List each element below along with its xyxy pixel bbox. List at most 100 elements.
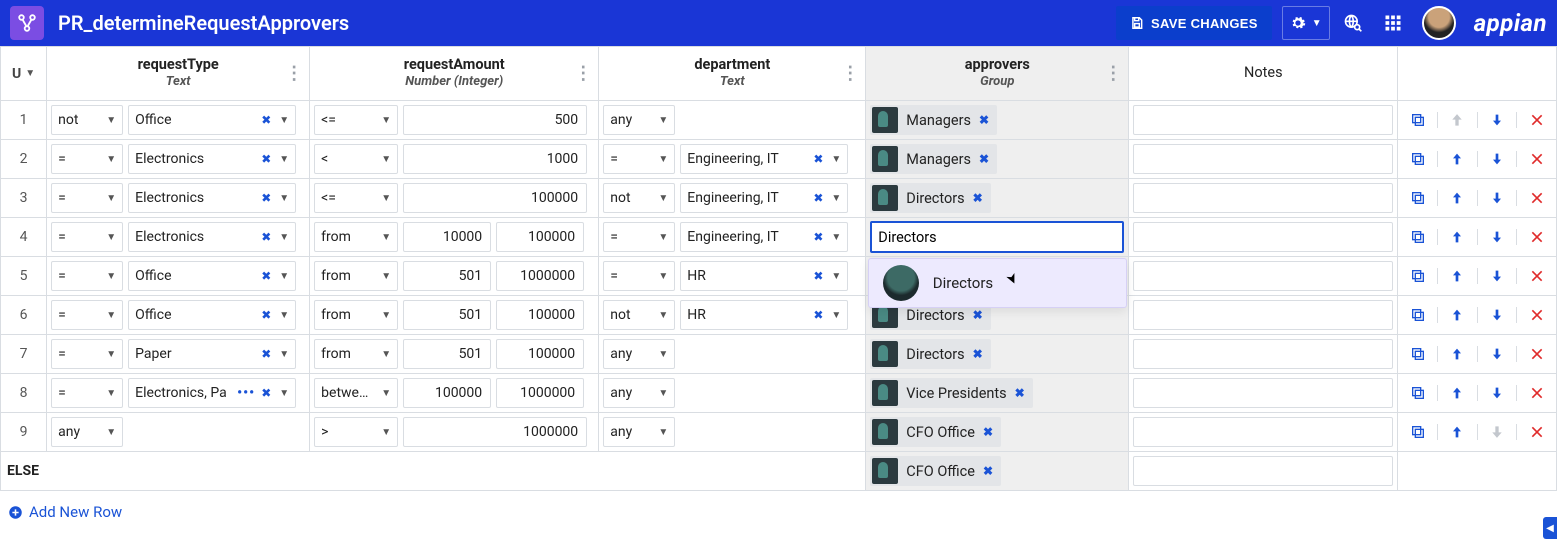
operator-select[interactable]: < ▼ (314, 144, 398, 174)
number-input[interactable]: 1000000 (403, 417, 587, 447)
clear-icon[interactable]: ✖ (261, 152, 271, 166)
move-down-button[interactable] (1477, 385, 1517, 401)
number-input[interactable]: 100000 (496, 339, 584, 369)
operator-select[interactable]: > ▼ (314, 417, 398, 447)
value-chip-select[interactable]: Paper ✖ ▼ (128, 339, 296, 369)
operator-select[interactable]: = ▼ (51, 144, 123, 174)
settings-button[interactable]: ▼ (1282, 6, 1330, 40)
move-up-button[interactable] (1437, 385, 1477, 401)
operator-select[interactable]: <= ▼ (314, 183, 398, 213)
move-up-button[interactable] (1437, 268, 1477, 284)
operator-select[interactable]: any ▼ (603, 339, 675, 369)
value-chip-select[interactable]: Electronics ✖ ▼ (128, 222, 296, 252)
value-chip-select[interactable]: Office ✖ ▼ (128, 261, 296, 291)
duplicate-row-button[interactable] (1398, 307, 1437, 323)
delete-row-button[interactable] (1516, 346, 1556, 362)
operator-select[interactable]: from ▼ (314, 261, 398, 291)
number-input[interactable]: 500 (403, 105, 587, 135)
clear-icon[interactable]: ✖ (261, 113, 271, 127)
clear-icon[interactable]: ✖ (261, 386, 271, 400)
remove-approver-icon[interactable]: ✖ (983, 464, 993, 478)
notes-input[interactable] (1133, 105, 1393, 135)
move-up-button[interactable] (1437, 151, 1477, 167)
operator-select[interactable]: any ▼ (603, 105, 675, 135)
operator-select[interactable]: = ▼ (51, 300, 123, 330)
remove-approver-icon[interactable]: ✖ (973, 347, 983, 361)
value-chip-select[interactable]: HR ✖ ▼ (680, 261, 848, 291)
move-down-button[interactable] (1477, 307, 1517, 323)
number-input[interactable]: 100000 (403, 183, 587, 213)
notes-input[interactable] (1133, 378, 1393, 408)
duplicate-row-button[interactable] (1398, 385, 1437, 401)
save-button[interactable]: SAVE CHANGES (1116, 6, 1272, 40)
value-chip-select[interactable]: HR ✖ ▼ (680, 300, 848, 330)
number-input[interactable]: 100000 (496, 222, 584, 252)
column-menu-button[interactable]: ⋮ (574, 65, 592, 83)
delete-row-button[interactable] (1516, 229, 1556, 245)
notes-input[interactable] (1133, 183, 1393, 213)
value-chip-select[interactable]: Electronics ✖ ▼ (128, 183, 296, 213)
value-chip-select[interactable]: Engineering, IT ✖ ▼ (680, 183, 848, 213)
delete-row-button[interactable] (1516, 112, 1556, 128)
move-down-button[interactable] (1477, 229, 1517, 245)
operator-select[interactable]: from ▼ (314, 222, 398, 252)
duplicate-row-button[interactable] (1398, 424, 1437, 440)
approver-autocomplete-option[interactable]: Directors (868, 258, 1127, 308)
duplicate-row-button[interactable] (1398, 346, 1437, 362)
column-menu-button[interactable]: ⋮ (841, 65, 859, 83)
remove-approver-icon[interactable]: ✖ (979, 152, 989, 166)
number-input[interactable]: 1000 (403, 144, 587, 174)
remove-approver-icon[interactable]: ✖ (979, 113, 989, 127)
operator-select[interactable]: = ▼ (51, 261, 123, 291)
move-up-button[interactable] (1437, 190, 1477, 206)
clear-icon[interactable]: ✖ (261, 230, 271, 244)
apps-grid-button[interactable] (1376, 6, 1410, 40)
move-down-button[interactable] (1477, 112, 1517, 128)
number-input[interactable]: 10000 (403, 222, 491, 252)
remove-approver-icon[interactable]: ✖ (973, 191, 983, 205)
globe-search-button[interactable] (1336, 6, 1370, 40)
duplicate-row-button[interactable] (1398, 151, 1437, 167)
operator-select[interactable]: = ▼ (603, 222, 675, 252)
operator-select[interactable]: any ▼ (51, 417, 123, 447)
number-input[interactable]: 501 (403, 339, 491, 369)
operator-select[interactable]: from ▼ (314, 339, 398, 369)
operator-select[interactable]: from ▼ (314, 300, 398, 330)
operator-select[interactable]: any ▼ (603, 417, 675, 447)
value-chip-select[interactable]: Engineering, IT ✖ ▼ (680, 222, 848, 252)
duplicate-row-button[interactable] (1398, 190, 1437, 206)
duplicate-row-button[interactable] (1398, 229, 1437, 245)
operator-select[interactable]: not ▼ (603, 300, 675, 330)
value-chip-select[interactable]: Office ✖ ▼ (128, 105, 296, 135)
u-dropdown[interactable]: U ▼ (1, 47, 46, 100)
clear-icon[interactable]: ✖ (261, 191, 271, 205)
operator-select[interactable]: = ▼ (603, 144, 675, 174)
number-input[interactable]: 501 (403, 261, 491, 291)
value-chip-select[interactable]: Office ✖ ▼ (128, 300, 296, 330)
operator-select[interactable]: = ▼ (51, 183, 123, 213)
clear-icon[interactable]: ✖ (261, 347, 271, 361)
clear-icon[interactable]: ✖ (813, 191, 823, 205)
side-expand-tab[interactable]: ◀ (1543, 517, 1557, 539)
notes-input[interactable] (1133, 339, 1393, 369)
notes-input[interactable] (1133, 144, 1393, 174)
move-down-button[interactable] (1477, 151, 1517, 167)
approver-search-field[interactable] (878, 229, 1116, 246)
duplicate-row-button[interactable] (1398, 268, 1437, 284)
clear-icon[interactable]: ✖ (813, 152, 823, 166)
remove-approver-icon[interactable]: ✖ (983, 425, 993, 439)
operator-select[interactable]: = ▼ (603, 261, 675, 291)
clear-icon[interactable]: ✖ (813, 308, 823, 322)
notes-input[interactable] (1133, 417, 1393, 447)
delete-row-button[interactable] (1516, 307, 1556, 323)
value-chip-select[interactable]: Electronics, Pa ••• ✖ ▼ (128, 378, 296, 408)
operator-select[interactable]: any ▼ (603, 378, 675, 408)
notes-input[interactable] (1133, 300, 1393, 330)
column-menu-button[interactable]: ⋮ (1104, 65, 1122, 83)
delete-row-button[interactable] (1516, 190, 1556, 206)
clear-icon[interactable]: ✖ (261, 308, 271, 322)
duplicate-row-button[interactable] (1398, 112, 1437, 128)
operator-select[interactable]: = ▼ (51, 378, 123, 408)
clear-icon[interactable]: ✖ (261, 269, 271, 283)
operator-select[interactable]: not ▼ (603, 183, 675, 213)
